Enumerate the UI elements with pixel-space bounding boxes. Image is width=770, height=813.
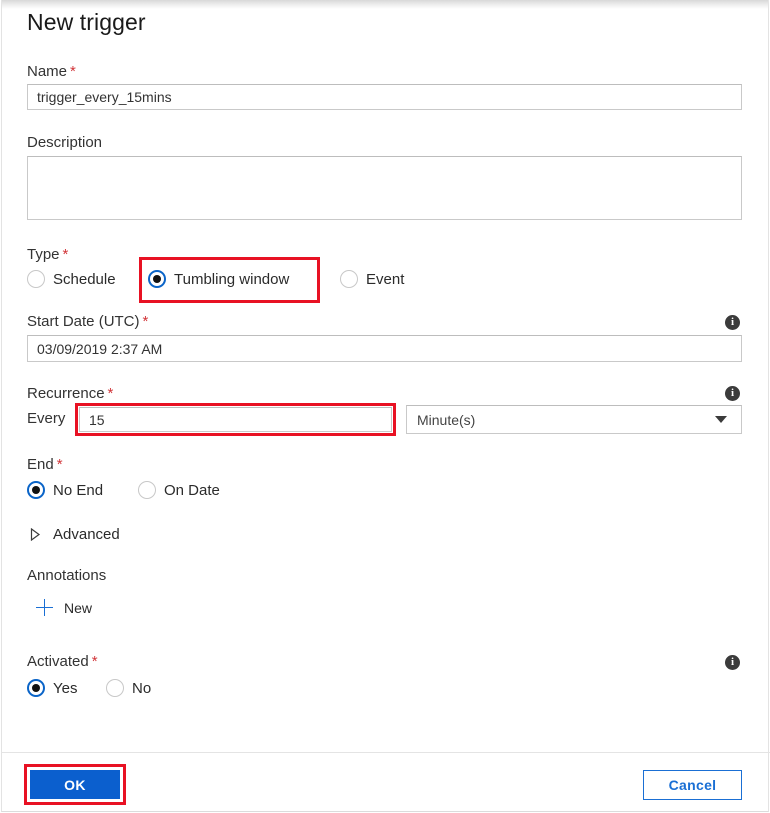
annotations-label: Annotations xyxy=(27,567,106,584)
radio-label-no-end: No End xyxy=(53,481,104,499)
name-input[interactable] xyxy=(27,84,742,110)
activated-label-text: Activated xyxy=(27,653,89,670)
plus-icon xyxy=(36,599,53,616)
recurrence-every-label-text: Every xyxy=(27,410,66,427)
radio-type-tumbling-window[interactable]: Tumbling window xyxy=(148,270,289,288)
cancel-button[interactable]: Cancel xyxy=(643,770,742,800)
advanced-expander[interactable]: Advanced xyxy=(30,526,120,543)
description-label: Description xyxy=(27,134,102,151)
recurrence-interval-input[interactable] xyxy=(79,407,392,432)
recurrence-label: Recurrence * xyxy=(27,385,113,402)
radio-mark-event xyxy=(340,270,358,288)
new-trigger-panel: New trigger Name* Description Type* Sche… xyxy=(1,0,770,812)
radio-label-no: No xyxy=(132,679,152,697)
recurrence-unit-value: Minute(s) xyxy=(417,411,476,428)
radio-mark-no xyxy=(106,679,124,697)
end-required-asterisk: * xyxy=(56,456,63,473)
annotations-label-text: Annotations xyxy=(27,567,107,584)
chevron-right-icon xyxy=(30,528,41,541)
form-content: New trigger Name* Description Type* Sche… xyxy=(2,0,768,752)
radio-label-event: Event xyxy=(366,270,405,288)
start-date-input[interactable] xyxy=(27,335,742,362)
radio-label-on-date: On Date xyxy=(164,481,220,499)
radio-type-event[interactable]: Event xyxy=(340,270,404,288)
radio-mark-schedule xyxy=(27,270,45,288)
page-title: New trigger xyxy=(27,9,146,35)
recurrence-info-icon[interactable]: i xyxy=(725,386,740,401)
add-annotation-label: New xyxy=(64,599,93,616)
advanced-expander-label: Advanced xyxy=(53,526,120,543)
activated-info-icon[interactable]: i xyxy=(725,655,740,670)
activated-required-asterisk: * xyxy=(91,653,98,670)
start-date-label-text: Start Date (UTC) xyxy=(27,313,140,330)
type-required-asterisk: * xyxy=(62,246,69,263)
name-label: Name * xyxy=(27,63,76,80)
recurrence-label-text: Recurrence xyxy=(27,385,105,402)
start-date-info-icon[interactable]: i xyxy=(725,315,740,330)
activated-label: Activated * xyxy=(27,653,98,670)
type-label-text: Type xyxy=(27,246,60,263)
name-required-asterisk: * xyxy=(70,63,76,80)
radio-end-no-end[interactable]: No End xyxy=(27,481,103,499)
start-date-label: Start Date (UTC) * xyxy=(27,313,148,330)
chevron-down-icon xyxy=(715,416,727,423)
footer-divider xyxy=(2,752,770,753)
recurrence-required-asterisk: * xyxy=(107,385,114,402)
ok-button[interactable]: OK xyxy=(28,768,122,801)
description-label-text: Description xyxy=(27,134,103,151)
description-textarea[interactable] xyxy=(27,156,742,220)
end-label: End * xyxy=(27,456,63,473)
radio-mark-no-end xyxy=(27,481,45,499)
radio-label-tumbling-window: Tumbling window xyxy=(174,270,290,288)
add-annotation-button[interactable]: New xyxy=(36,599,92,616)
radio-activated-no[interactable]: No xyxy=(106,679,151,697)
radio-activated-yes[interactable]: Yes xyxy=(27,679,77,697)
radio-mark-on-date xyxy=(138,481,156,499)
radio-mark-tumbling-window xyxy=(148,270,166,288)
radio-label-yes: Yes xyxy=(53,679,78,697)
radio-mark-yes xyxy=(27,679,45,697)
radio-label-schedule: Schedule xyxy=(53,270,116,288)
name-label-text: Name xyxy=(27,63,68,80)
end-label-text: End xyxy=(27,456,54,473)
recurrence-every-label: Every xyxy=(27,410,65,427)
start-date-required-asterisk: * xyxy=(142,313,149,330)
type-label: Type * xyxy=(27,246,68,263)
new-trigger-dialog-screenshot: New trigger Name* Description Type* Sche… xyxy=(0,0,770,813)
radio-type-schedule[interactable]: Schedule xyxy=(27,270,116,288)
recurrence-unit-dropdown[interactable]: Minute(s) xyxy=(406,405,742,434)
radio-end-on-date[interactable]: On Date xyxy=(138,481,220,499)
